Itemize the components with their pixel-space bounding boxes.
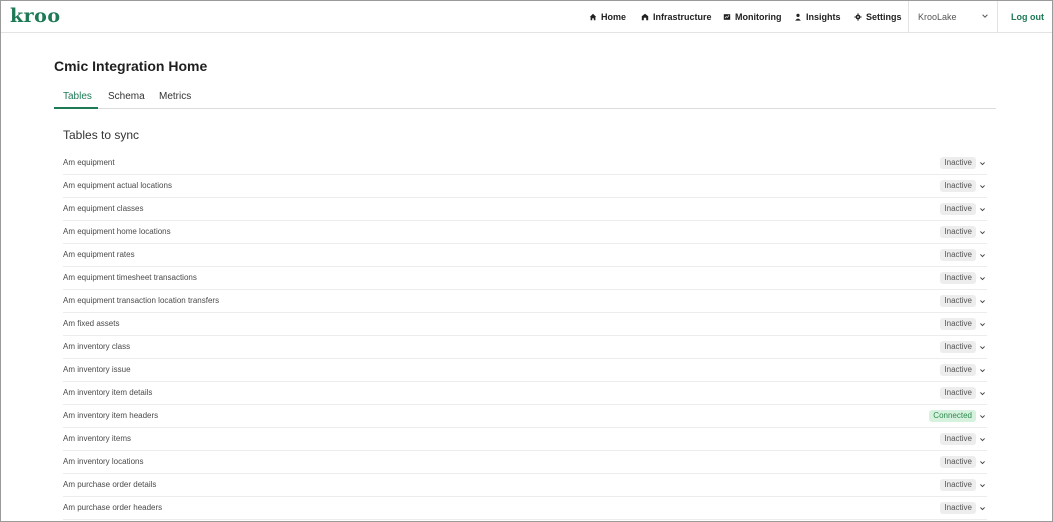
table-row: Am inventory locations Inactive <box>63 451 987 474</box>
table-name: Am purchase order headers <box>63 503 163 512</box>
chevron-down-icon[interactable] <box>979 160 986 167</box>
workspace-select[interactable]: KrooLake <box>908 1 998 32</box>
chevron-down-icon[interactable] <box>979 183 986 190</box>
nav-insights[interactable]: Insights <box>794 1 841 32</box>
chevron-down-icon[interactable] <box>979 367 986 374</box>
nav-infrastructure[interactable]: Infrastructure <box>641 1 712 32</box>
section-title: Tables to sync <box>63 128 140 142</box>
status-badge[interactable]: Inactive <box>940 364 976 376</box>
table-row: Am inventory item details Inactive <box>63 382 987 405</box>
status-badge[interactable]: Inactive <box>940 387 976 399</box>
status-badge[interactable]: Inactive <box>940 318 976 330</box>
nav-infrastructure-label: Infrastructure <box>653 11 712 22</box>
table-name: Am equipment rates <box>63 250 135 259</box>
person-icon <box>795 13 801 21</box>
table-name: Am equipment <box>63 158 115 167</box>
table-row: Am equipment transaction location transf… <box>63 290 987 313</box>
status-badge[interactable]: Inactive <box>940 157 976 169</box>
chevron-down-icon[interactable] <box>979 505 986 512</box>
table-row: Am purchase order details Inactive <box>63 474 987 497</box>
tab-tables[interactable]: Tables <box>63 91 92 102</box>
chevron-down-icon[interactable] <box>979 413 986 420</box>
logout-link[interactable]: Log out <box>1011 12 1044 22</box>
tab-bar: Tables Schema Metrics <box>54 85 996 109</box>
status-badge[interactable]: Inactive <box>940 203 976 215</box>
chevron-down-icon[interactable] <box>979 252 986 259</box>
table-name: Am inventory class <box>63 342 131 351</box>
app-window: kroo Home Infrastructure Monitoring Insi… <box>0 0 1053 522</box>
chevron-down-icon[interactable] <box>979 229 986 236</box>
table-row: Am equipment home locations Inactive <box>63 221 987 244</box>
nav-home-label: Home <box>601 11 627 22</box>
chevron-down-icon[interactable] <box>979 390 986 397</box>
table-row: Am equipment Inactive <box>63 152 987 175</box>
tab-schema[interactable]: Schema <box>108 91 145 102</box>
home-icon <box>589 13 597 20</box>
nav-settings[interactable]: Settings <box>854 1 902 32</box>
table-row: Am inventory items Inactive <box>63 428 987 451</box>
nav-insights-label: Insights <box>806 11 841 22</box>
chevron-down-icon[interactable] <box>979 459 986 466</box>
table-name: Am inventory items <box>63 434 132 443</box>
status-badge[interactable]: Inactive <box>940 180 976 192</box>
nav-monitoring[interactable]: Monitoring <box>723 1 782 32</box>
nav-settings-label: Settings <box>866 11 902 22</box>
table-row: Am inventory issue Inactive <box>63 359 987 382</box>
workspace-select-value: KrooLake <box>918 11 957 22</box>
table-name: Am inventory item headers <box>63 411 159 420</box>
table-name: Am inventory issue <box>63 365 131 374</box>
page-title: Cmic Integration Home <box>54 58 208 74</box>
chevron-down-icon[interactable] <box>979 436 986 443</box>
chevron-down-icon[interactable] <box>979 344 986 351</box>
table-row: Am purchase order headers Inactive <box>63 497 987 520</box>
chevron-down-icon[interactable] <box>979 482 986 489</box>
top-navbar: kroo Home Infrastructure Monitoring Insi… <box>1 1 1052 33</box>
tab-metrics[interactable]: Metrics <box>159 91 191 102</box>
active-tab-indicator <box>54 107 98 109</box>
status-badge[interactable]: Inactive <box>940 433 976 445</box>
table-name: Am inventory locations <box>63 457 144 466</box>
monitor-icon <box>723 13 731 20</box>
gear-icon <box>854 12 862 21</box>
table-row: Am equipment actual locations Inactive <box>63 175 987 198</box>
table-name: Am equipment transaction location transf… <box>63 296 220 305</box>
chevron-down-icon[interactable] <box>979 321 986 328</box>
status-badge[interactable]: Inactive <box>940 456 976 468</box>
status-badge[interactable]: Inactive <box>940 295 976 307</box>
table-name: Am purchase order details <box>63 480 157 489</box>
status-badge[interactable]: Inactive <box>940 341 976 353</box>
table-name: Am fixed assets <box>63 319 120 328</box>
kroo-logo[interactable]: kroo <box>10 5 61 27</box>
nav-home[interactable]: Home <box>589 1 626 32</box>
nav-monitoring-label: Monitoring <box>735 11 782 22</box>
table-row: Am inventory item headers Connected <box>63 405 987 428</box>
status-badge[interactable]: Inactive <box>940 479 976 491</box>
table-name: Am equipment classes <box>63 204 144 213</box>
status-badge[interactable]: Inactive <box>940 272 976 284</box>
chevron-down-icon[interactable] <box>979 298 986 305</box>
status-badge[interactable]: Inactive <box>940 226 976 238</box>
building-icon <box>641 13 649 20</box>
chevron-down-icon[interactable] <box>979 275 986 282</box>
chevron-down-icon <box>982 14 988 18</box>
table-row: Am equipment classes Inactive <box>63 198 987 221</box>
status-badge[interactable]: Inactive <box>940 502 976 514</box>
tables-list: Am equipment Inactive Am equipment actual … <box>63 152 987 520</box>
table-row: Am fixed assets Inactive <box>63 313 987 336</box>
table-name: Am equipment actual locations <box>63 181 172 190</box>
table-row: Am inventory class Inactive <box>63 336 987 359</box>
chevron-down-icon[interactable] <box>979 206 986 213</box>
table-name: Am inventory item details <box>63 388 153 397</box>
table-name: Am equipment timesheet transactions <box>63 273 197 282</box>
status-badge[interactable]: Connected <box>929 410 976 422</box>
status-badge[interactable]: Inactive <box>940 249 976 261</box>
table-name: Am equipment home locations <box>63 227 171 236</box>
table-row: Am equipment timesheet transactions Inact… <box>63 267 987 290</box>
table-row: Am equipment rates Inactive <box>63 244 987 267</box>
